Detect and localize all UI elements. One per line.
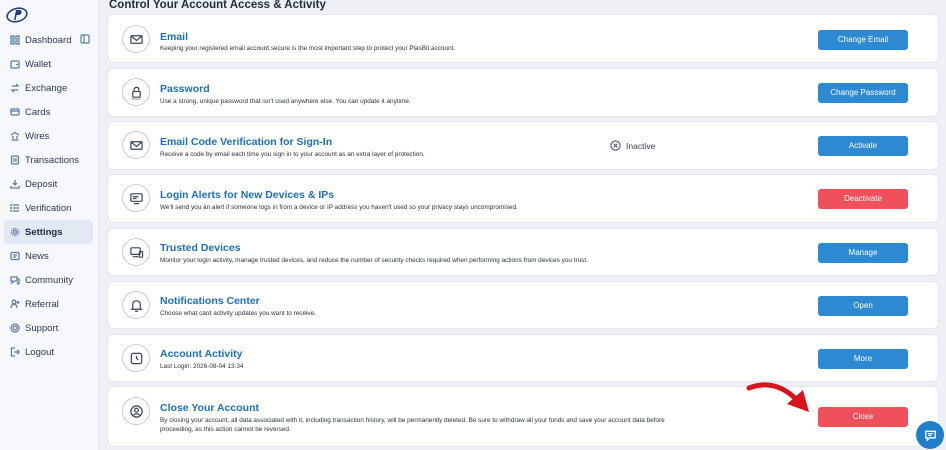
card-title: Account Activity xyxy=(160,348,243,360)
sidebar-item-transactions[interactable]: Transactions xyxy=(4,148,93,172)
sidebar-item-dashboard[interactable]: Dashboard xyxy=(4,28,93,52)
sidebar-item-cards[interactable]: Cards xyxy=(4,100,93,124)
sidebar-item-label: Transactions xyxy=(25,154,80,166)
sidebar-item-label: Support xyxy=(25,322,59,334)
inactive-x-icon xyxy=(610,140,621,151)
close-account-button[interactable]: Close xyxy=(818,407,908,427)
status-badge: Inactive xyxy=(610,140,655,151)
card-email: Email Keeping your registered email acco… xyxy=(107,14,939,63)
sidebar-item-settings[interactable]: Settings xyxy=(4,220,93,244)
card-icon xyxy=(9,107,20,118)
card-title: Login Alerts for New Devices & IPs xyxy=(160,189,335,201)
sidebar-item-deposit[interactable]: Deposit xyxy=(4,172,93,196)
sidebar-item-label: Exchange xyxy=(25,82,68,94)
card-login-alerts: Login Alerts for New Devices & IPs We'll… xyxy=(107,174,939,223)
card-trusted-devices: Trusted Devices Monitor your login activ… xyxy=(107,228,939,276)
sidebar-nav: Dashboard Wallet Exchange Cards Wires Tr… xyxy=(0,28,99,364)
sidebar-item-label: Cards xyxy=(25,106,51,118)
card-title: Close Your Account xyxy=(160,402,259,414)
chat-icon xyxy=(924,430,936,442)
card-title: Password xyxy=(160,83,210,95)
exchange-icon xyxy=(9,83,20,94)
logout-icon xyxy=(9,347,20,358)
sidebar-item-news[interactable]: News xyxy=(4,244,93,268)
wallet-icon xyxy=(9,59,20,70)
login-alert-icon xyxy=(122,184,150,212)
change-password-button[interactable]: Change Password xyxy=(818,83,908,103)
sidebar-item-label: Deposit xyxy=(25,178,58,190)
sidebar-item-label: Verification xyxy=(25,202,72,214)
page-title: Control Your Account Access & Activity xyxy=(109,0,326,11)
sidebar-item-exchange[interactable]: Exchange xyxy=(4,76,93,100)
card-account-activity: Account Activity Last Login: 2026-08-04 … xyxy=(107,334,939,382)
sidebar-item-referral[interactable]: Referral xyxy=(4,292,93,316)
sidebar-item-label: Dashboard xyxy=(25,34,72,46)
collapse-sidebar-icon[interactable] xyxy=(80,34,90,44)
card-description: Receive a code by email each time you si… xyxy=(160,151,425,158)
settings-icon xyxy=(9,227,20,238)
sidebar-item-label: News xyxy=(25,250,49,262)
referral-icon xyxy=(9,299,20,310)
plasbit-logo[interactable] xyxy=(6,6,28,24)
sidebar-item-wallet[interactable]: Wallet xyxy=(4,52,93,76)
card-description: Keeping your registered email account se… xyxy=(160,45,456,52)
sidebar-item-logout[interactable]: Logout xyxy=(4,340,93,364)
card-notifications-center: Notifications Center Choose what card ac… xyxy=(107,281,939,329)
card-title: Email Code Verification for Sign-In xyxy=(160,136,333,148)
wires-icon xyxy=(9,131,20,142)
sidebar-item-label: Logout xyxy=(25,346,55,358)
activate-button[interactable]: Activate xyxy=(818,136,908,156)
sidebar-item-verification[interactable]: Verification xyxy=(4,196,93,220)
sidebar-item-wires[interactable]: Wires xyxy=(4,124,93,148)
support-icon xyxy=(9,323,20,334)
sidebar: Dashboard Wallet Exchange Cards Wires Tr… xyxy=(0,0,99,450)
status-text: Inactive xyxy=(626,140,656,151)
card-title: Email xyxy=(160,31,189,43)
verification-icon xyxy=(9,203,20,214)
sidebar-item-label: Wallet xyxy=(25,58,52,70)
sidebar-item-label: Wires xyxy=(25,130,50,142)
close-account-icon xyxy=(122,397,150,425)
sidebar-item-support[interactable]: Support xyxy=(4,316,93,340)
manage-devices-button[interactable]: Manage xyxy=(818,243,908,263)
last-login-text: Last Login: 2026-08-04 13:34 xyxy=(160,363,244,370)
card-title: Trusted Devices xyxy=(160,242,241,254)
deposit-icon xyxy=(9,179,20,190)
bell-icon xyxy=(122,291,150,319)
news-icon xyxy=(9,251,20,262)
card-description: Use a strong, unique password that isn't… xyxy=(160,98,411,105)
chat-support-button[interactable] xyxy=(916,421,944,449)
sidebar-item-label: Referral xyxy=(25,298,59,310)
password-lock-icon xyxy=(122,78,150,106)
pointer-arrow-icon xyxy=(746,382,809,412)
card-description: By closing your account, all data associ… xyxy=(160,417,665,433)
open-notifications-button[interactable]: Open xyxy=(818,296,908,316)
change-email-button[interactable]: Change Email xyxy=(818,30,908,50)
sidebar-item-community[interactable]: Community xyxy=(4,268,93,292)
card-description: Monitor your login activity, manage trus… xyxy=(160,257,588,264)
activity-icon xyxy=(122,344,150,372)
email-code-icon xyxy=(122,131,150,159)
devices-icon xyxy=(122,238,150,266)
dashboard-icon xyxy=(9,35,20,46)
card-description: We'll send you an alert if someone logs … xyxy=(160,204,518,211)
email-icon xyxy=(122,25,150,53)
card-description: Choose what card activity updates you wa… xyxy=(160,310,316,317)
card-email-code-verification: Email Code Verification for Sign-In Rece… xyxy=(107,121,939,170)
card-password: Password Use a strong, unique password t… xyxy=(107,68,939,117)
sidebar-item-label: Settings xyxy=(25,226,63,238)
more-activity-button[interactable]: More xyxy=(818,349,908,369)
card-title: Notifications Center xyxy=(160,295,260,307)
sidebar-item-label: Community xyxy=(25,274,74,286)
transactions-icon xyxy=(9,155,20,166)
community-icon xyxy=(9,275,20,286)
deactivate-button[interactable]: Deactivate xyxy=(818,189,908,209)
